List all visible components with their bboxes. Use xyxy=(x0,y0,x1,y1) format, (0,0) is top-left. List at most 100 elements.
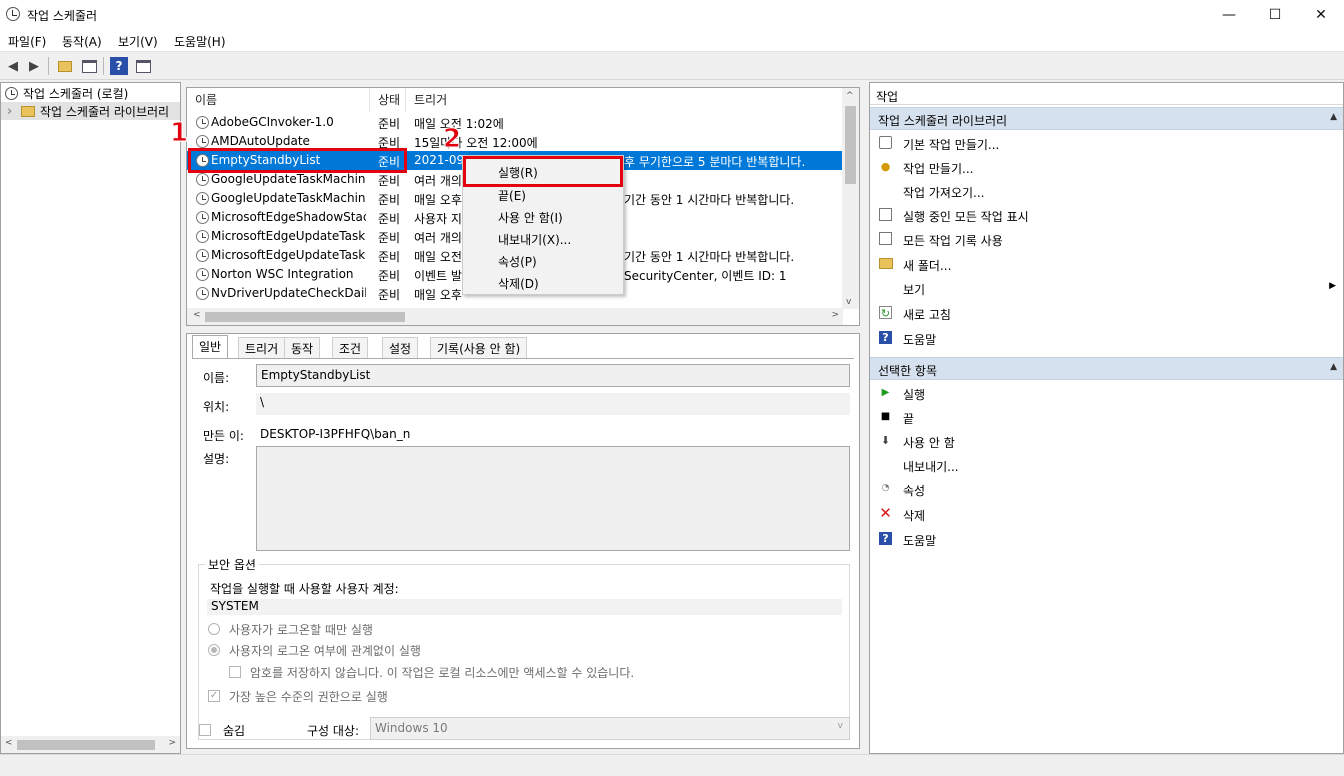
action-view[interactable]: 보기 ▶ xyxy=(870,276,1343,300)
tab-settings[interactable]: 설정 xyxy=(382,337,419,358)
refresh-icon: ↻ xyxy=(879,306,892,320)
action-create-task[interactable]: ● 작업 만들기... xyxy=(870,155,1343,179)
tree-item-label: 작업 스케줄러 라이브러리 xyxy=(40,104,170,119)
task-trigger: 사용자 지 xyxy=(414,212,462,226)
context-menu-export[interactable]: 내보내기(X)... xyxy=(498,231,571,248)
task-detail-pane: 일반 트리거 동작 조건 설정 기록(사용 안 함) 이름: EmptyStan… xyxy=(186,333,860,749)
task-list-vertical-scrollbar[interactable]: ^ v xyxy=(842,88,859,309)
column-name[interactable]: 이름 xyxy=(187,88,370,112)
section-title: 선택한 항목 xyxy=(878,364,938,378)
show-hide-action-pane-icon[interactable] xyxy=(134,57,152,75)
action-create-basic-task[interactable]: 기본 작업 만들기... xyxy=(870,131,1343,155)
column-status[interactable]: 상태 xyxy=(370,88,406,112)
action-properties[interactable]: ◔ 속성 xyxy=(870,477,1343,501)
menu-view[interactable]: 보기(V) xyxy=(118,33,158,50)
scroll-down-icon[interactable]: v xyxy=(846,297,851,307)
menu-file[interactable]: 파일(F) xyxy=(8,33,46,50)
table-row[interactable]: AdobeGCInvoker-1.0 준비 매일 오전 1:02에 xyxy=(187,113,843,132)
task-trigger-tail: 후 무기한으로 5 분마다 반복합니다. xyxy=(624,155,806,169)
task-trigger-tail: SecurityCenter, 이벤트 ID: 1 xyxy=(624,269,787,283)
tree-horizontal-scrollbar[interactable]: < > xyxy=(1,736,180,753)
minimize-button[interactable]: — xyxy=(1206,0,1252,30)
expand-chevron-icon[interactable]: › xyxy=(7,104,21,119)
task-list-horizontal-scrollbar[interactable]: < > xyxy=(187,308,843,325)
scroll-up-icon[interactable]: ^ xyxy=(846,91,854,101)
help-icon: ? xyxy=(879,331,892,344)
configure-for-select[interactable]: Windows 10 v xyxy=(370,717,850,740)
radio-run-whether-logged-on[interactable] xyxy=(208,644,220,656)
task-clock-icon xyxy=(196,287,209,300)
task-status: 준비 xyxy=(378,117,401,131)
section-title: 작업 스케줄러 라이브러리 xyxy=(878,114,1008,128)
scroll-thumb[interactable] xyxy=(845,106,856,184)
action-help-selected[interactable]: ? 도움말 xyxy=(870,527,1343,551)
collapse-caret-icon[interactable]: ▲ xyxy=(1330,362,1337,372)
help-icon[interactable]: ? xyxy=(110,57,128,75)
action-import-task[interactable]: 작업 가져오기... xyxy=(870,179,1343,203)
tab-actions[interactable]: 동작 xyxy=(284,337,321,358)
scroll-right-icon[interactable]: > xyxy=(168,738,176,748)
up-folder-icon[interactable] xyxy=(56,57,74,75)
description-field[interactable] xyxy=(256,446,850,551)
task-status: 준비 xyxy=(378,288,401,302)
task-trigger: 이벤트 발 xyxy=(414,269,462,283)
action-export[interactable]: 내보내기... xyxy=(870,453,1343,477)
action-label: 도움말 xyxy=(903,333,937,347)
task-name: MicrosoftEdgeShadowStack... xyxy=(211,210,366,224)
action-disable[interactable]: ⬇ 사용 안 함 xyxy=(870,429,1343,453)
tab-general[interactable]: 일반 xyxy=(192,335,229,358)
location-label: 위치: xyxy=(203,400,230,414)
scroll-right-icon[interactable]: > xyxy=(831,310,839,320)
menu-action[interactable]: 동작(A) xyxy=(62,33,102,50)
tree-item-library[interactable]: › 작업 스케줄러 라이브러리 xyxy=(1,102,180,120)
name-field[interactable]: EmptyStandbyList xyxy=(256,364,850,387)
context-menu-disable[interactable]: 사용 안 함(I) xyxy=(498,209,563,226)
action-label: 보기 xyxy=(903,283,926,297)
action-new-folder[interactable]: 새 폴더... xyxy=(870,252,1343,276)
scroll-thumb[interactable] xyxy=(17,740,155,750)
tab-triggers[interactable]: 트리거 xyxy=(238,337,286,358)
close-button[interactable]: ✕ xyxy=(1298,0,1344,30)
history-icon xyxy=(879,232,892,245)
task-name: AMDAutoUpdate xyxy=(211,134,310,148)
column-trigger[interactable]: 트리거 xyxy=(406,88,843,112)
create-task-icon: ● xyxy=(880,160,891,173)
menu-help[interactable]: 도움말(H) xyxy=(174,33,226,50)
checkbox-do-not-store-password[interactable] xyxy=(229,666,241,678)
action-display-running-tasks[interactable]: 실행 중인 모든 작업 표시 xyxy=(870,203,1343,227)
scroll-thumb[interactable] xyxy=(205,312,405,322)
action-label: 새로 고침 xyxy=(903,308,951,322)
action-label: 실행 xyxy=(903,388,926,402)
show-hide-console-tree-icon[interactable] xyxy=(80,57,98,75)
scroll-left-icon[interactable]: < xyxy=(193,310,201,320)
action-enable-all-history[interactable]: 모든 작업 기록 사용 xyxy=(870,227,1343,251)
tab-history[interactable]: 기록(사용 안 함) xyxy=(430,337,528,358)
stop-square-icon: ■ xyxy=(880,411,891,422)
hidden-label: 숨김 xyxy=(223,724,246,738)
section-header-selected-item[interactable]: 선택한 항목 ▲ xyxy=(870,357,1343,380)
tab-conditions[interactable]: 조건 xyxy=(332,337,369,358)
back-arrow-icon[interactable]: ◀ xyxy=(4,57,22,75)
radio-run-logged-on[interactable] xyxy=(208,623,220,635)
action-run[interactable]: ▶ 실행 xyxy=(870,381,1343,405)
task-name: Norton WSC Integration xyxy=(211,267,354,281)
collapse-caret-icon[interactable]: ▲ xyxy=(1330,112,1337,122)
location-field: \ xyxy=(256,393,850,415)
action-delete[interactable]: ✕ 삭제 xyxy=(870,502,1343,526)
action-help-library[interactable]: ? 도움말 xyxy=(870,326,1343,350)
run-as-account: SYSTEM xyxy=(207,599,842,615)
scroll-left-icon[interactable]: < xyxy=(5,738,13,748)
forward-arrow-icon[interactable]: ▶ xyxy=(25,57,43,75)
maximize-button[interactable]: ☐ xyxy=(1252,0,1298,30)
run-as-label: 작업을 실행할 때 사용할 사용자 계정: xyxy=(210,582,399,596)
action-end[interactable]: ■ 끝 xyxy=(870,405,1343,429)
tab-divider xyxy=(192,358,854,359)
checkbox-highest-privileges[interactable]: ✓ xyxy=(208,690,220,702)
context-menu-properties[interactable]: 속성(P) xyxy=(498,253,537,270)
section-header-library[interactable]: 작업 스케줄러 라이브러리 ▲ xyxy=(870,107,1343,130)
context-menu-end[interactable]: 끝(E) xyxy=(498,187,526,204)
tree-item-root[interactable]: 작업 스케줄러 (로컬) xyxy=(1,84,180,102)
action-refresh[interactable]: ↻ 새로 고침 xyxy=(870,301,1343,325)
checkbox-hidden[interactable] xyxy=(199,724,211,736)
context-menu-delete[interactable]: 삭제(D) xyxy=(498,275,539,292)
